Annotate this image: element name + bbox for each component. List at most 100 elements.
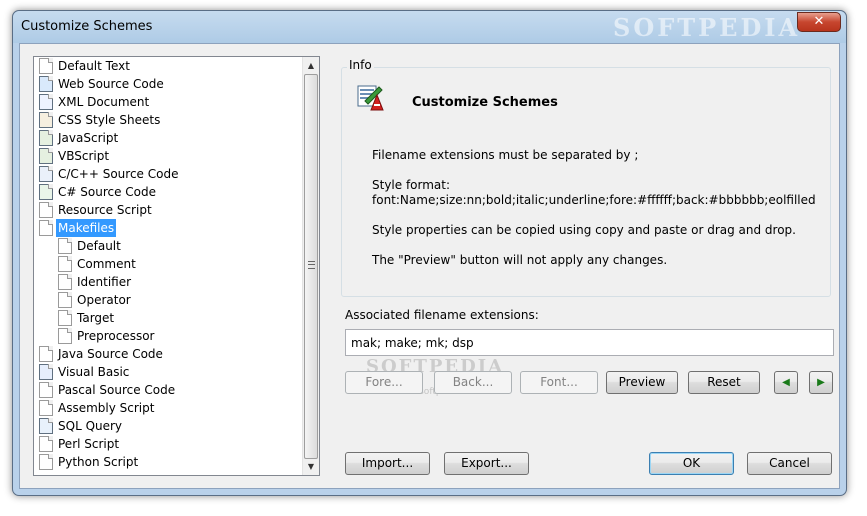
tree-item-label: Java Source Code [58,347,163,361]
reset-button[interactable]: Reset [688,371,760,394]
tree-scrollbar[interactable]: ▲ ▼ [302,57,319,475]
document-icon [58,310,72,326]
close-button[interactable]: ✕ [797,12,841,32]
tree-item-label: Default Text [58,59,130,73]
tree-item-label: Perl Script [58,437,120,451]
preview-button[interactable]: Preview [606,371,678,394]
tree-item-label: Assembly Script [58,401,155,415]
customize-schemes-icon [357,85,384,111]
info-text-extensions: Filename extensions must be separated by… [372,148,639,162]
extensions-label: Associated filename extensions: [345,308,539,322]
tree-item-label: Makefiles [56,219,117,237]
tree-item[interactable]: Identifier [34,273,301,291]
tree-item-label: Pascal Source Code [58,383,176,397]
document-icon [39,382,53,398]
info-text-copy-paste: Style properties can be copied using cop… [372,223,796,237]
document-icon [58,274,72,290]
tree-item[interactable]: Assembly Script [34,399,301,417]
tree-item[interactable]: Perl Script [34,435,301,453]
tree-item-label: Preprocessor [77,329,155,343]
export-button[interactable]: Export... [444,452,529,475]
title-bar[interactable]: Customize Schemes SOFTPEDIA ✕ [13,11,846,43]
title-watermark: SOFTPEDIA [613,13,801,42]
info-group-legend: Info [347,58,374,72]
tree-item-label: Target [77,311,115,325]
tree-item-label: SQL Query [58,419,123,433]
tree-item-label: XML Document [58,95,150,109]
tree-item[interactable]: Comment [34,255,301,273]
tree-item[interactable]: JavaScript [34,129,301,147]
tree-item-label: Default [77,239,121,253]
tree-item[interactable]: XML Document [34,93,301,111]
tree-item[interactable]: Makefiles [34,219,301,237]
script-file-icon [39,148,53,164]
info-text-style-format-label: Style format: [372,178,451,192]
tree-item[interactable]: CSS Style Sheets [34,111,301,129]
document-icon [58,292,72,308]
fore-button[interactable]: Fore... [345,371,423,394]
css-file-icon [39,112,53,128]
scroll-down-arrow-icon[interactable]: ▼ [303,458,319,475]
tree-item-label: C# Source Code [58,185,156,199]
ok-button[interactable]: OK [649,452,734,475]
web-code-icon [39,76,53,92]
tree-item[interactable]: Visual Basic [34,363,301,381]
scrollbar-thumb[interactable] [304,74,318,459]
previous-scheme-button[interactable]: ◀ [774,371,798,394]
tree-item[interactable]: VBScript [34,147,301,165]
info-text-style-format: font:Name;size:nn;bold;italic;underline;… [372,193,816,207]
tree-item[interactable]: Resource Script [34,201,301,219]
document-icon [58,328,72,344]
tree-item[interactable]: SQL Query [34,417,301,435]
tree-item[interactable]: C/C++ Source Code [34,165,301,183]
tree-item-label: Python Script [58,455,139,469]
tree-item[interactable]: Python Script [34,453,301,471]
tree-item[interactable]: Preprocessor [34,327,301,345]
tree-item-label: Identifier [77,275,132,289]
scheme-tree[interactable]: Default Text Web Source Code XML Document C… [33,56,320,476]
font-button[interactable]: Font... [520,371,598,394]
info-text-preview-note: The "Preview" button will not apply any … [372,253,668,267]
tree-item-label: Web Source Code [58,77,164,91]
dialog-client-area: Default Text Web Source Code XML Document C… [19,43,840,489]
vb-file-icon [39,364,53,380]
scheme-tree-items: Default Text Web Source Code XML Document C… [34,57,301,471]
document-icon [39,454,53,470]
tree-item-label: Operator [77,293,131,307]
import-button[interactable]: Import... [345,452,430,475]
scrollbar-grip-icon [308,261,315,269]
info-heading: Customize Schemes [412,95,558,110]
tree-item[interactable]: Default [34,237,301,255]
sql-file-icon [39,418,53,434]
cpp-file-icon [39,166,53,182]
document-icon [39,400,53,416]
tree-item[interactable]: Target [34,309,301,327]
tree-item[interactable]: Java Source Code [34,345,301,363]
text-file-icon [39,58,53,74]
extensions-input[interactable] [345,329,834,356]
csharp-file-icon [39,184,53,200]
tree-item[interactable]: Default Text [34,57,301,75]
next-scheme-button[interactable]: ▶ [809,371,833,394]
document-icon [39,346,53,362]
tree-item-label: JavaScript [58,131,119,145]
document-icon [58,238,72,254]
tree-item-label: Comment [77,257,136,271]
tree-item[interactable]: Operator [34,291,301,309]
scroll-up-arrow-icon[interactable]: ▲ [303,57,319,74]
tree-item-label: Visual Basic [58,365,130,379]
tree-item-label: VBScript [58,149,110,163]
document-icon [58,256,72,272]
document-icon [39,202,53,218]
back-button[interactable]: Back... [434,371,512,394]
tree-item-label: Resource Script [58,203,152,217]
tree-item[interactable]: C# Source Code [34,183,301,201]
tree-item-label: C/C++ Source Code [58,167,179,181]
window-title: Customize Schemes [21,19,153,34]
tree-item-label: CSS Style Sheets [58,113,161,127]
tree-item[interactable]: Web Source Code [34,75,301,93]
cancel-button[interactable]: Cancel [747,452,832,475]
tree-item[interactable]: Pascal Source Code [34,381,301,399]
document-icon [39,436,53,452]
document-icon [39,220,53,236]
